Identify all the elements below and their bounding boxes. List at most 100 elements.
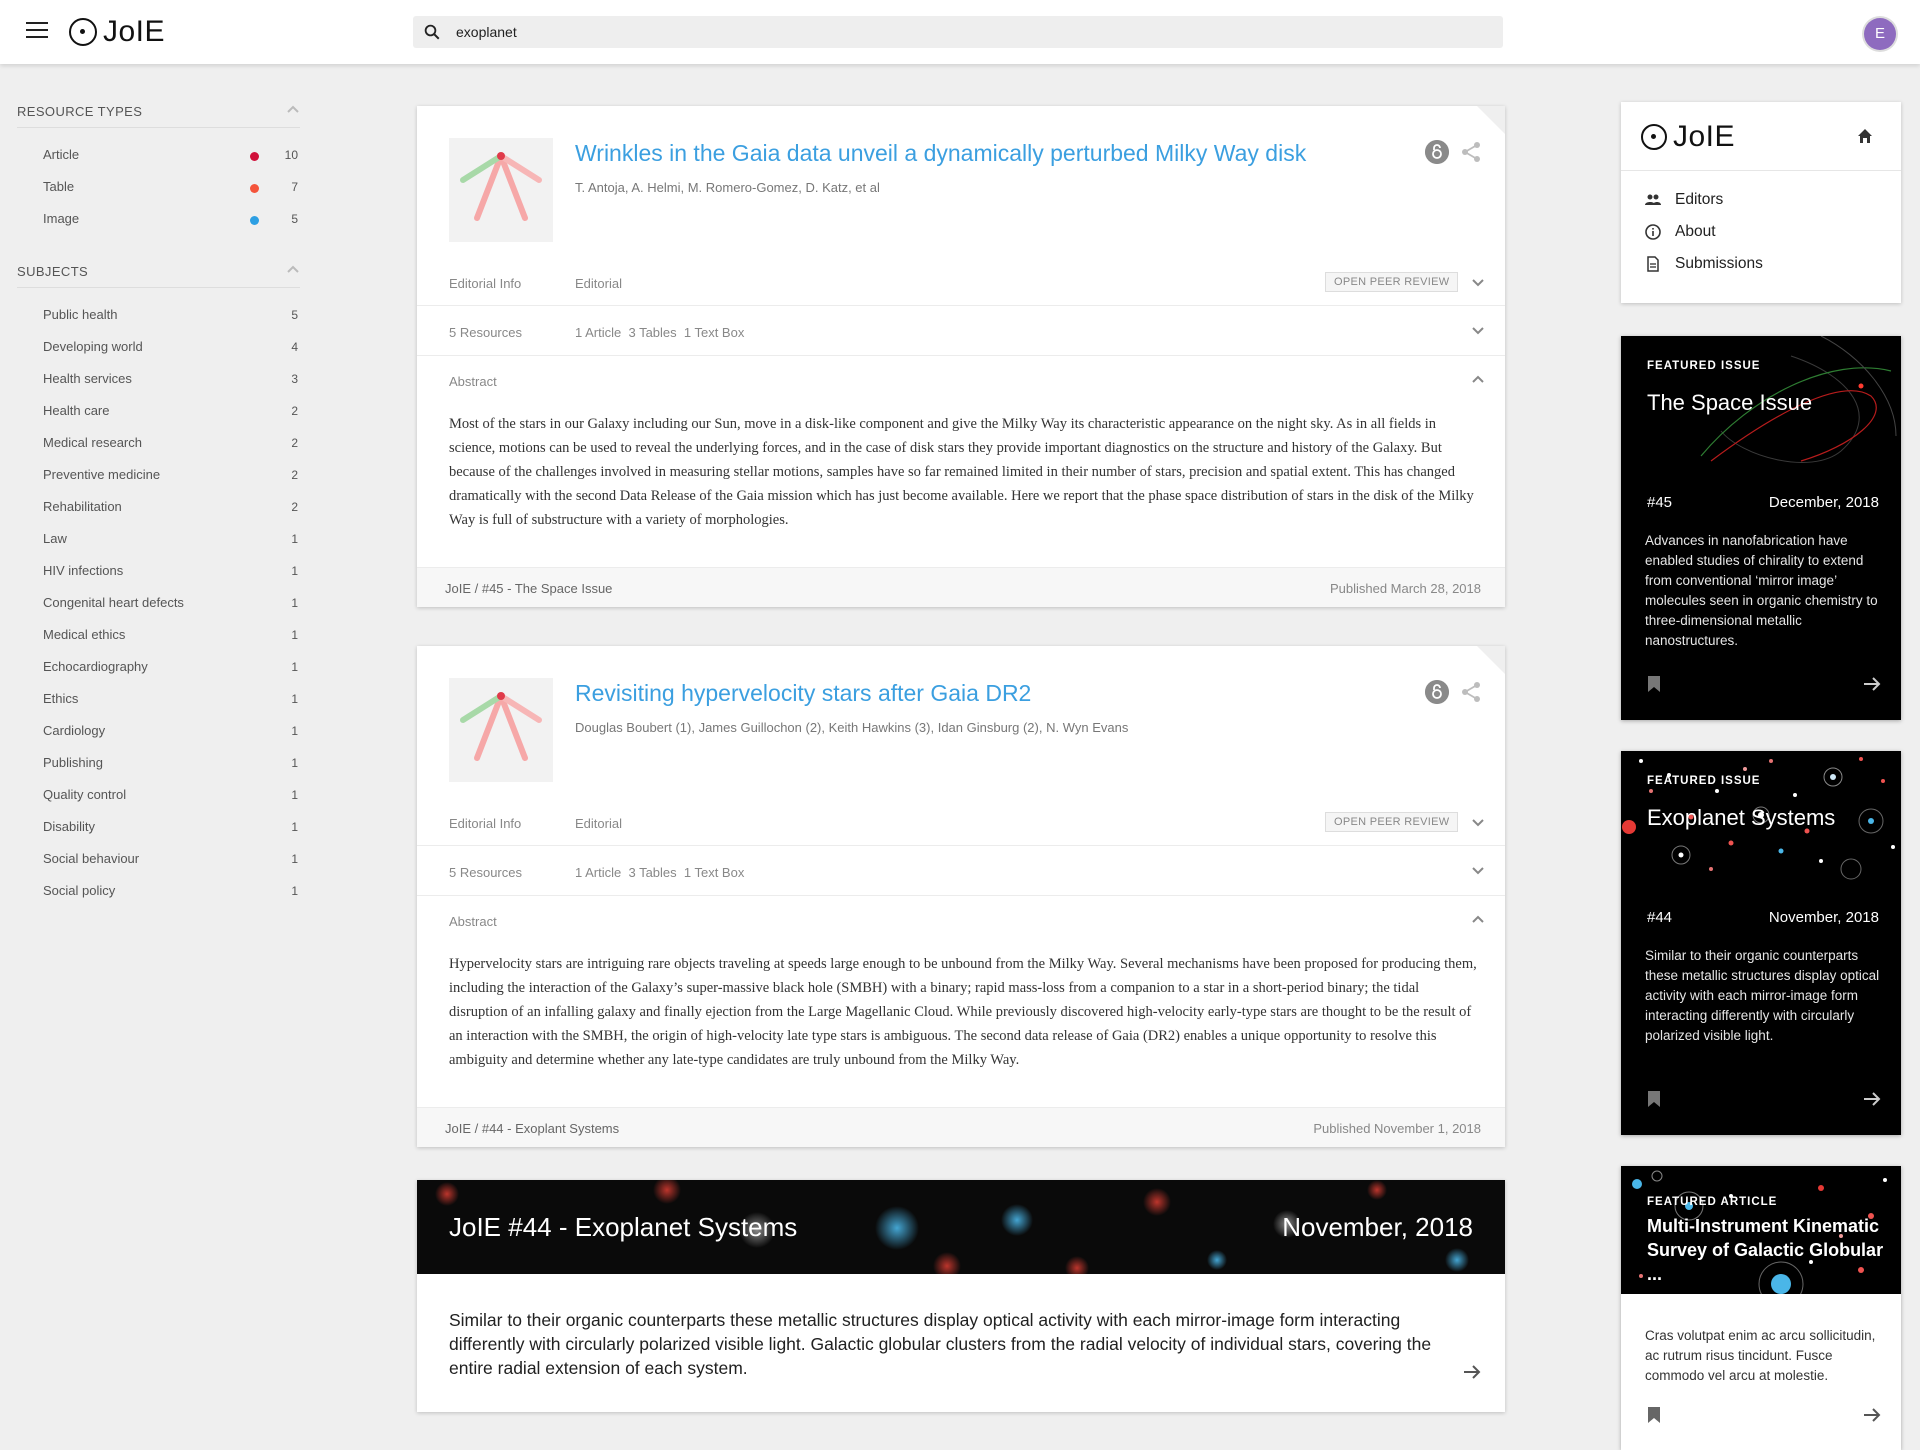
facet-item-medical-research[interactable]: Medical research 2 [43,426,298,458]
search-icon[interactable] [423,23,441,41]
divider [417,355,1505,356]
hamburger-menu-icon[interactable] [26,22,48,40]
issue-banner-title: JoIE #44 - Exoplanet Systems [449,1212,798,1242]
facet-item-echocardiography[interactable]: Echocardiography 1 [43,650,298,682]
facet-item-law[interactable]: Law 1 [43,522,298,554]
chevron-up-icon[interactable] [1471,914,1485,924]
chevron-up-icon[interactable] [1471,374,1485,384]
facet-item-article[interactable]: Article 10 [43,138,298,170]
facet-item-health-services[interactable]: Health services 3 [43,362,298,394]
journal-link-about[interactable]: About [1645,221,1716,243]
article-thumbnail[interactable] [449,678,553,782]
arrow-right-icon[interactable] [1863,676,1881,692]
facet-item-hiv-infections[interactable]: HIV infections 1 [43,554,298,586]
facet-item-social-policy[interactable]: Social policy 1 [43,874,298,906]
abstract-label: Abstract [449,914,497,929]
editorial-info-value: Editorial [575,276,622,291]
app-logo[interactable]: JoIE [69,15,165,48]
open-peer-review-badge[interactable]: OPEN PEER REVIEW [1325,812,1459,832]
journal-logo[interactable]: JoIE [1641,120,1735,154]
featured-article-card[interactable]: FEATURED ARTICLE Multi-Instrument Kinema… [1621,1166,1901,1450]
chevron-up-icon[interactable] [286,104,300,114]
bookmark-icon[interactable] [1647,675,1661,693]
facet-item-count: 1 [291,692,298,706]
abstract-label: Abstract [449,374,497,389]
editorial-info-label: Editorial Info [449,276,522,291]
article-thumbnail[interactable] [449,138,553,242]
featured-description: Cras volutpat enim ac arcu sollicitudin,… [1645,1328,1876,1383]
journal-link-editors[interactable]: Editors [1645,189,1723,211]
facet-item-count: 7 [291,180,298,194]
open-access-icon[interactable] [1425,680,1449,704]
facet-item-label: Rehabilitation [43,499,122,514]
issue-breadcrumb[interactable]: JoIE / #45 - The Space Issue [445,581,612,596]
search-input[interactable] [456,16,1486,48]
editorial-info-value: Editorial [575,816,622,831]
featured-issue-date: December, 2018 [1768,494,1879,511]
chevron-up-icon[interactable] [286,264,300,274]
facet-item-disability[interactable]: Disability 1 [43,810,298,842]
facet-item-preventive-medicine[interactable]: Preventive medicine 2 [43,458,298,490]
share-icon[interactable] [1459,140,1483,164]
issue-breadcrumb[interactable]: JoIE / #44 - Exoplant Systems [445,1121,619,1136]
issue-banner-date: November, 2018 [1282,1212,1473,1242]
facet-item-developing-world[interactable]: Developing world 4 [43,330,298,362]
featured-issue-card[interactable]: FEATURED ISSUE Exoplanet Systems #44 Nov… [1621,751,1901,1135]
facet-item-count: 1 [291,756,298,770]
facet-item-ethics[interactable]: Ethics 1 [43,682,298,714]
facet-item-medical-ethics[interactable]: Medical ethics 1 [43,618,298,650]
facet-item-count: 2 [291,404,298,418]
facet-header-subjects[interactable]: SUBJECTS [17,240,300,288]
facet-item-count: 4 [291,340,298,354]
chevron-down-icon[interactable] [1471,866,1485,876]
facet-item-count: 1 [291,884,298,898]
facet-item-label: Congenital heart defects [43,595,184,610]
facet-item-public-health[interactable]: Public health 5 [43,298,298,330]
facet-item-label: Developing world [43,339,143,354]
facet-item-label: Preventive medicine [43,467,161,482]
home-icon[interactable] [1857,128,1873,144]
share-icon[interactable] [1459,680,1483,704]
facet-item-count: 10 [284,148,298,162]
editorial-info-label: Editorial Info [449,816,522,831]
user-avatar[interactable]: E [1864,18,1896,50]
open-peer-review-badge[interactable]: OPEN PEER REVIEW [1325,272,1459,292]
chevron-down-icon[interactable] [1471,326,1485,336]
facet-item-cardiology[interactable]: Cardiology 1 [43,714,298,746]
info-icon [1645,224,1661,240]
article-title-link[interactable]: Revisiting hypervelocity stars after Gai… [575,680,1031,707]
arrow-right-icon[interactable] [1463,1364,1481,1380]
bookmark-icon[interactable] [1647,1090,1661,1108]
facet-item-count: 1 [291,628,298,642]
chevron-down-icon[interactable] [1471,818,1485,828]
facet-item-label: Echocardiography [43,659,148,674]
open-access-icon[interactable] [1425,140,1449,164]
article-authors: T. Antoja, A. Helmi, M. Romero-Gomez, D.… [575,180,880,195]
bookmark-icon[interactable] [1647,1406,1661,1424]
facet-header-resource-types[interactable]: RESOURCE TYPES [17,80,300,128]
facet-item-rehabilitation[interactable]: Rehabilitation 2 [43,490,298,522]
journal-link-submissions[interactable]: Submissions [1645,253,1763,275]
facet-item-label: Health services [43,371,132,386]
facet-item-count: 3 [291,372,298,386]
facet-item-image[interactable]: Image 5 [43,202,298,234]
featured-description: Advances in nanofabrication have enabled… [1645,533,1878,648]
article-title-link[interactable]: Wrinkles in the Gaia data unveil a dynam… [575,140,1306,167]
arrow-right-icon[interactable] [1863,1407,1881,1423]
facet-item-label: Table [43,179,75,194]
issue-card[interactable]: JoIE #44 - Exoplanet Systems November, 2… [417,1180,1505,1412]
featured-issue-card[interactable]: FEATURED ISSUE The Space Issue #45 Decem… [1621,336,1901,720]
facet-item-congenital-heart-defects[interactable]: Congenital heart defects 1 [43,586,298,618]
published-date: Published November 1, 2018 [1313,1121,1481,1136]
chevron-down-icon[interactable] [1471,278,1485,288]
search-bar[interactable] [413,16,1503,48]
facet-item-publishing[interactable]: Publishing 1 [43,746,298,778]
facet-item-quality-control[interactable]: Quality control 1 [43,778,298,810]
published-date: Published March 28, 2018 [1329,581,1481,596]
arrow-right-icon[interactable] [1863,1091,1881,1107]
facet-item-count: 2 [291,436,298,450]
facet-item-social-behaviour[interactable]: Social behaviour 1 [43,842,298,874]
facet-item-table[interactable]: Table 7 [43,170,298,202]
card-footer: JoIE / #45 - The Space Issue Published M… [417,567,1505,607]
facet-item-health-care[interactable]: Health care 2 [43,394,298,426]
